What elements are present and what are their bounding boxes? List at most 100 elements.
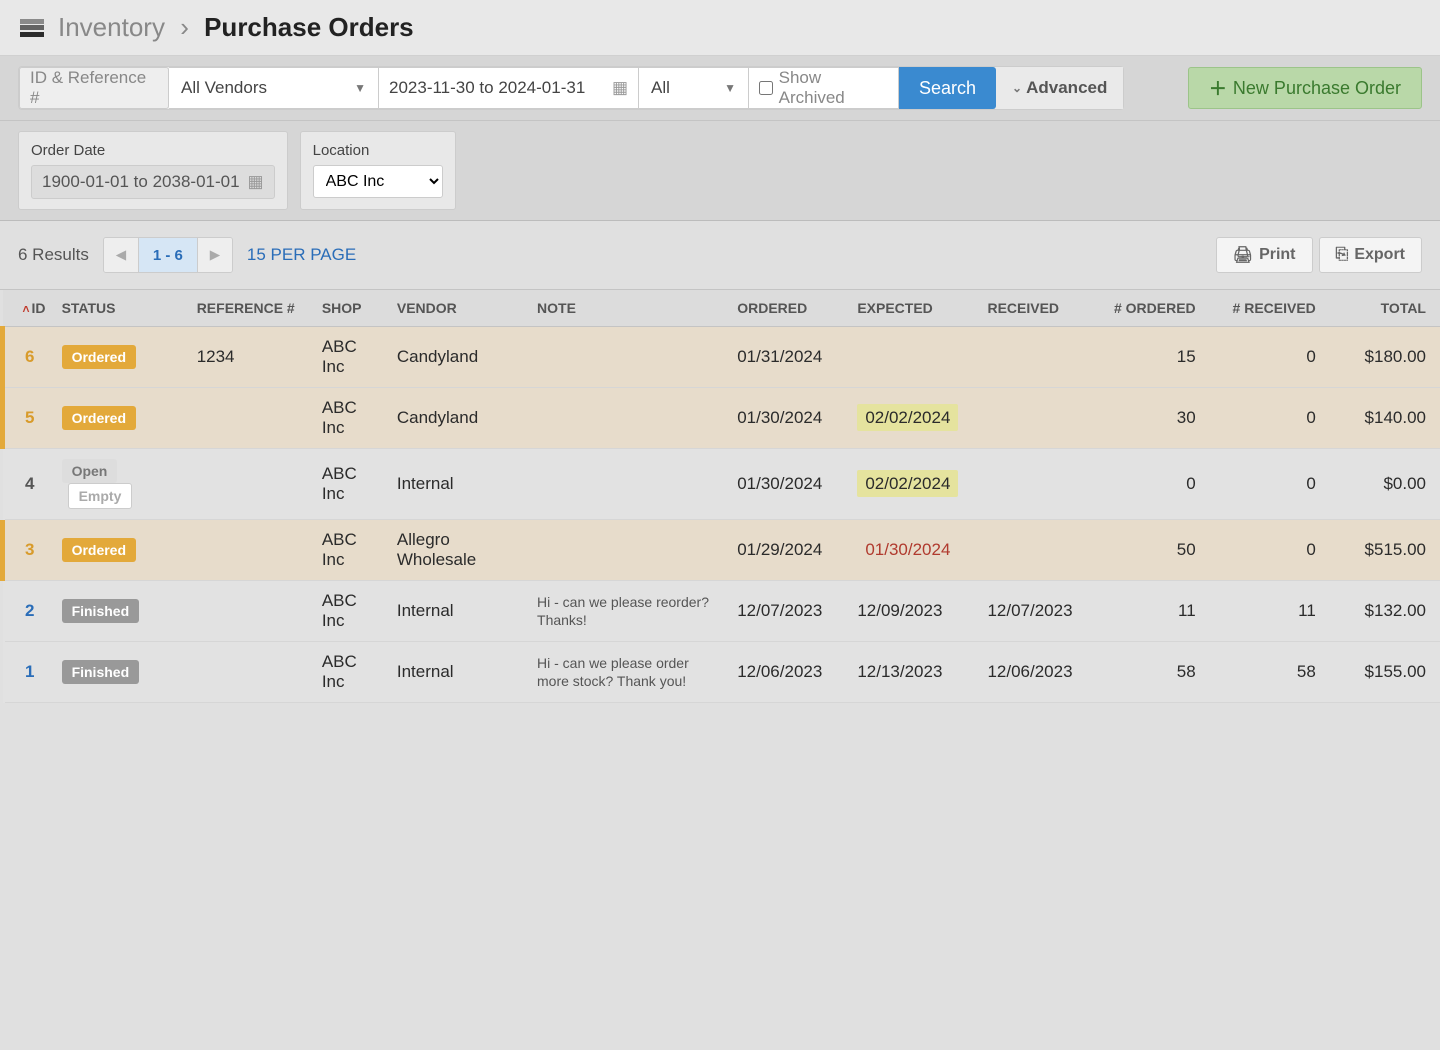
location-select[interactable]: ABC Inc [313, 165, 443, 198]
advanced-filters: Order Date 1900-01-01 to 2038-01-01 ▦ Lo… [0, 121, 1440, 221]
n-ordered: 0 [1100, 449, 1210, 520]
shop-cell: ABC Inc [314, 642, 389, 703]
reference-cell [189, 642, 314, 703]
order-date-label: Order Date [31, 142, 275, 159]
calendar-icon: ▦ [612, 78, 628, 98]
print-button[interactable]: 🖨 Print [1216, 237, 1313, 273]
inventory-icon [20, 19, 44, 37]
n-received: 11 [1210, 581, 1330, 642]
status-select-value: All [651, 78, 670, 98]
col-shop[interactable]: SHOP [314, 290, 389, 327]
pager-prev-button[interactable]: ◀ [104, 238, 138, 272]
status-badge: Ordered [62, 538, 136, 562]
shop-cell: ABC Inc [314, 520, 389, 581]
export-button[interactable]: ⎘ Export [1319, 237, 1422, 273]
pager: ◀ 1 - 6 ▶ [103, 237, 233, 273]
page-title: Purchase Orders [204, 12, 414, 42]
status-select[interactable]: All ▼ [639, 67, 749, 109]
advanced-toggle[interactable]: ⌄ Advanced [996, 67, 1123, 109]
show-archived-checkbox[interactable] [759, 81, 773, 95]
sort-asc-icon: ˄ [23, 302, 30, 316]
export-label: Export [1354, 246, 1405, 264]
row-id[interactable]: 6 [25, 347, 34, 366]
received-date [979, 520, 1099, 581]
n-ordered: 30 [1100, 388, 1210, 449]
col-received[interactable]: RECEIVED [979, 290, 1099, 327]
date-range-value: 2023-11-30 to 2024-01-31 [389, 78, 585, 98]
vendor-cell: Internal [389, 449, 529, 520]
expected-date: 02/02/2024 [857, 404, 958, 431]
col-id[interactable]: ˄ID [3, 290, 54, 327]
col-n-ordered[interactable]: # ORDERED [1100, 290, 1210, 327]
plus-icon: ＋ [1209, 75, 1227, 101]
order-date-filter: Order Date 1900-01-01 to 2038-01-01 ▦ [18, 131, 288, 210]
results-bar: 6 Results ◀ 1 - 6 ▶ 15 PER PAGE 🖨 Print … [0, 221, 1440, 290]
total-cell: $140.00 [1330, 388, 1440, 449]
vendor-cell: Internal [389, 642, 529, 703]
ordered-date: 01/29/2024 [729, 520, 849, 581]
col-status[interactable]: STATUS [54, 290, 189, 327]
order-date-value: 1900-01-01 to 2038-01-01 [42, 172, 240, 192]
purchase-orders-table: ˄ID STATUS REFERENCE # SHOP VENDOR NOTE … [0, 290, 1440, 703]
location-label: Location [313, 142, 443, 159]
table-row[interactable]: 2FinishedABC IncInternalHi - can we plea… [3, 581, 1440, 642]
table-row[interactable]: 5OrderedABC IncCandyland01/30/202402/02/… [3, 388, 1440, 449]
expected-date-late: 01/30/2024 [857, 536, 958, 563]
reference-cell [189, 520, 314, 581]
table-row[interactable]: 4OpenEmptyABC IncInternal01/30/202402/02… [3, 449, 1440, 520]
pager-current: 1 - 6 [138, 238, 198, 272]
advanced-label: Advanced [1026, 78, 1107, 98]
status-badge: Ordered [62, 345, 136, 369]
col-n-received[interactable]: # RECEIVED [1210, 290, 1330, 327]
col-total[interactable]: TOTAL [1330, 290, 1440, 327]
order-date-input[interactable]: 1900-01-01 to 2038-01-01 ▦ [31, 165, 275, 199]
row-id[interactable]: 4 [25, 474, 34, 493]
col-expected[interactable]: EXPECTED [849, 290, 979, 327]
received-date [979, 327, 1099, 388]
row-id[interactable]: 2 [25, 601, 34, 620]
expected-date-range[interactable]: 2023-11-30 to 2024-01-31 ▦ [379, 67, 639, 109]
vendor-select[interactable]: All Vendors ▼ [169, 67, 379, 109]
status-badge: Finished [62, 660, 140, 684]
col-note[interactable]: NOTE [529, 290, 729, 327]
col-ordered[interactable]: ORDERED [729, 290, 849, 327]
n-received: 0 [1210, 449, 1330, 520]
n-received: 0 [1210, 327, 1330, 388]
new-purchase-order-button[interactable]: ＋ New Purchase Order [1188, 67, 1422, 109]
table-row[interactable]: 6Ordered1234ABC IncCandyland01/31/202415… [3, 327, 1440, 388]
total-cell: $132.00 [1330, 581, 1440, 642]
pager-next-button[interactable]: ▶ [198, 238, 232, 272]
per-page-link[interactable]: 15 PER PAGE [247, 245, 356, 265]
status-badge: Ordered [62, 406, 136, 430]
row-id[interactable]: 3 [25, 540, 34, 559]
chevron-down-icon: ⌄ [1012, 81, 1022, 95]
id-reference-input[interactable]: ID & Reference # [19, 67, 169, 109]
shop-cell: ABC Inc [314, 449, 389, 520]
note-cell: Hi - can we please reorder? Thanks! [537, 593, 721, 629]
shop-cell: ABC Inc [314, 388, 389, 449]
ordered-date: 01/31/2024 [729, 327, 849, 388]
n-ordered: 58 [1100, 642, 1210, 703]
total-cell: $0.00 [1330, 449, 1440, 520]
location-filter: Location ABC Inc [300, 131, 456, 210]
row-id[interactable]: 5 [25, 408, 34, 427]
n-received: 0 [1210, 388, 1330, 449]
print-label: Print [1259, 246, 1295, 264]
col-reference[interactable]: REFERENCE # [189, 290, 314, 327]
n-ordered: 11 [1100, 581, 1210, 642]
table-row[interactable]: 1FinishedABC IncInternalHi - can we plea… [3, 642, 1440, 703]
ordered-date: 12/07/2023 [729, 581, 849, 642]
search-button[interactable]: Search [899, 67, 996, 109]
filter-bar: ID & Reference # All Vendors ▼ 2023-11-3… [0, 56, 1440, 121]
shop-cell: ABC Inc [314, 327, 389, 388]
vendor-cell: Allegro Wholesale [389, 520, 529, 581]
table-row[interactable]: 3 Ordered ABC IncAllegro Wholesale 01/29/20… [3, 520, 1440, 581]
breadcrumb-parent[interactable]: Inventory [58, 12, 165, 42]
show-archived-toggle[interactable]: Show Archived [749, 67, 899, 109]
row-id[interactable]: 1 [25, 662, 34, 681]
col-vendor[interactable]: VENDOR [389, 290, 529, 327]
chevron-down-icon: ▼ [354, 81, 366, 95]
printer-icon: 🖨 [1233, 245, 1253, 265]
expected-date: 12/09/2023 [857, 601, 942, 620]
chevron-down-icon: ▼ [724, 81, 736, 95]
